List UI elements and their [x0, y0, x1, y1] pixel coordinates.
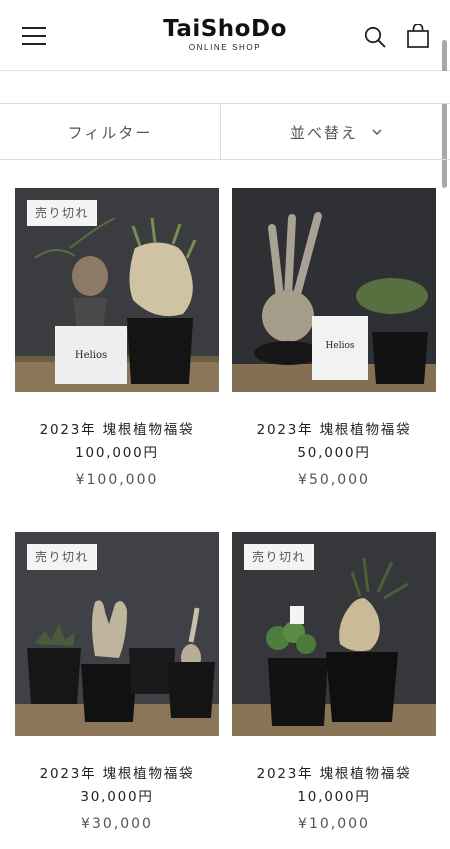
product-price: ¥10,000 — [298, 816, 370, 832]
product-title-line2: 100,000円 — [75, 445, 159, 461]
collection-toolbar: フィルター 並べ替え — [0, 105, 450, 160]
sold-out-badge: 売り切れ — [27, 544, 98, 570]
product-title-line1: 2023年 塊根植物福袋 — [39, 766, 195, 782]
product-image[interactable]: 売り切れ — [15, 532, 219, 736]
header-spacer — [0, 71, 450, 104]
plant-photo: Helios — [232, 188, 436, 392]
sold-out-badge: 売り切れ — [27, 200, 98, 226]
product-card[interactable]: Helios 売り切れ 2023年 塊根植物福袋 100,000円 ¥100,0… — [15, 188, 219, 488]
product-card[interactable]: Helios 2023年 塊根植物福袋 50,000円 ¥50,000 — [232, 188, 436, 488]
helios-sign-text: Helios — [75, 350, 107, 361]
shopping-bag-icon[interactable] — [407, 23, 429, 48]
product-image[interactable]: Helios 売り切れ — [15, 188, 219, 392]
product-price: ¥30,000 — [81, 816, 153, 832]
sort-label: 並べ替え — [289, 123, 358, 142]
site-header: TaiShoDo ONLINE SHOP — [0, 0, 450, 71]
product-title-line2: 30,000円 — [80, 789, 154, 805]
product-title[interactable]: 2023年 塊根植物福袋 10,000円 — [232, 763, 436, 809]
product-title-line2: 50,000円 — [297, 445, 371, 461]
product-price: ¥100,000 — [75, 472, 159, 488]
product-title-line1: 2023年 塊根植物福袋 — [256, 766, 412, 782]
product-card[interactable]: 売り切れ 2023年 塊根植物福袋 10,000円 ¥10,000 — [232, 532, 436, 832]
filter-button[interactable]: フィルター — [0, 105, 221, 159]
search-icon[interactable] — [364, 26, 386, 48]
sold-out-badge: 売り切れ — [244, 544, 315, 570]
product-title-line1: 2023年 塊根植物福袋 — [39, 422, 195, 438]
product-image[interactable]: Helios — [232, 188, 436, 392]
product-image[interactable]: 売り切れ — [232, 532, 436, 736]
helios-sign-text: Helios — [326, 341, 355, 351]
product-title[interactable]: 2023年 塊根植物福袋 50,000円 — [232, 419, 436, 465]
chevron-down-icon — [372, 129, 382, 135]
product-title[interactable]: 2023年 塊根植物福袋 100,000円 — [15, 419, 219, 465]
product-title[interactable]: 2023年 塊根植物福袋 30,000円 — [15, 763, 219, 809]
product-price: ¥50,000 — [298, 472, 370, 488]
filter-label: フィルター — [67, 123, 153, 142]
sort-button[interactable]: 並べ替え — [222, 105, 450, 159]
product-title-line1: 2023年 塊根植物福袋 — [256, 422, 412, 438]
product-card[interactable]: 売り切れ 2023年 塊根植物福袋 30,000円 ¥30,000 — [15, 532, 219, 832]
product-title-line2: 10,000円 — [297, 789, 371, 805]
